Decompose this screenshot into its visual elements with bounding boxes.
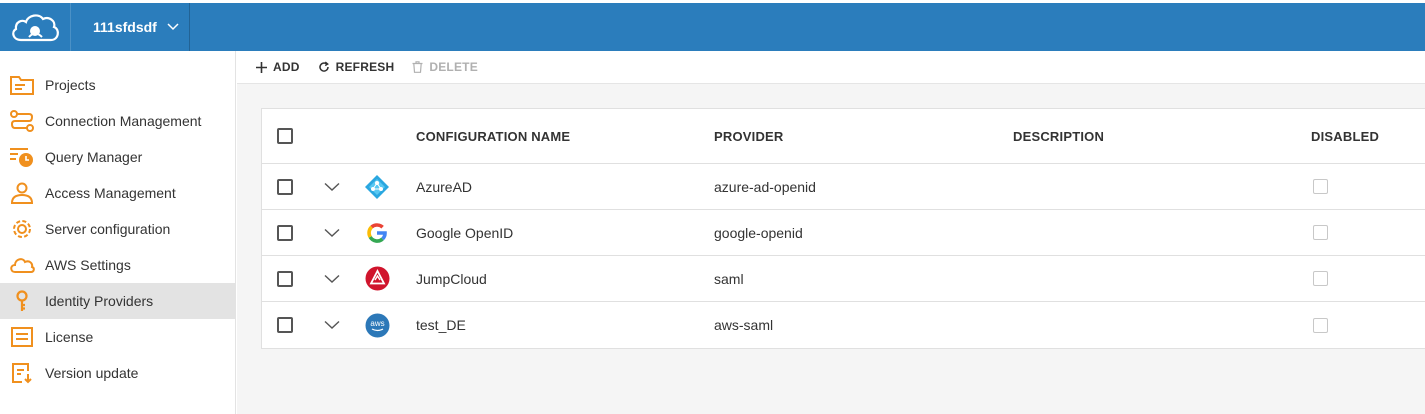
trash-icon [412,61,423,73]
refresh-button[interactable]: REFRESH [309,51,404,84]
version-update-icon [8,361,36,385]
aws-icon: aws [365,302,390,348]
disabled-checkbox[interactable] [1313,179,1328,194]
project-selector[interactable]: 111sfdsdf [70,3,190,51]
google-icon [366,210,388,255]
chevron-down-icon [324,182,340,191]
table-row[interactable]: JumpCloud saml [262,256,1425,302]
delete-button[interactable]: DELETE [403,51,487,84]
expand-row-button[interactable] [324,164,340,209]
jumpcloud-icon [365,256,390,301]
configuration-name: AzureAD [416,178,473,195]
sidebar-item-label: Connection Management [45,113,202,129]
cloud-icon [8,253,36,277]
app-logo[interactable] [0,3,70,51]
expand-row-button[interactable] [324,210,340,255]
table-row[interactable]: aws test_DE aws-saml [262,302,1425,348]
sidebar-item-label: Access Management [45,185,176,201]
provider-name: aws-saml [714,317,774,333]
provider-name: saml [714,270,744,287]
sidebar-item-access-management[interactable]: Access Management [0,175,235,211]
toolbar: ADD REFRESH DELETE [237,51,1425,84]
refresh-icon [318,61,329,72]
column-header-description[interactable]: DESCRIPTION [1013,109,1104,163]
sidebar-item-license[interactable]: License [0,319,235,355]
configuration-name: test_DE [416,317,466,333]
connection-icon [8,109,36,133]
sidebar-item-query-manager[interactable]: Query Manager [0,139,235,175]
row-checkbox[interactable] [277,178,293,195]
sidebar-item-identity-providers[interactable]: Identity Providers [0,283,235,319]
sidebar-item-label: Server configuration [45,221,171,237]
add-button[interactable]: ADD [247,51,309,84]
azure-ad-icon [364,164,390,209]
row-checkbox[interactable] [277,270,293,287]
projects-icon [8,73,36,97]
disabled-checkbox[interactable] [1313,317,1328,333]
configuration-name: JumpCloud [416,270,487,287]
chevron-down-icon [324,320,340,329]
disabled-checkbox[interactable] [1313,271,1328,286]
chevron-down-icon [324,274,340,283]
expand-row-button[interactable] [324,302,340,348]
user-icon [8,181,36,205]
add-button-label: ADD [273,60,300,74]
chevron-down-icon [324,228,340,237]
sidebar: Projects Connection Management Query Man… [0,51,236,414]
row-checkbox[interactable] [277,317,293,333]
sidebar-item-aws-settings[interactable]: AWS Settings [0,247,235,283]
cloud-logo-icon [12,14,59,42]
plus-icon [256,61,267,73]
chevron-down-icon [167,23,179,31]
delete-button-label: DELETE [429,60,478,74]
license-icon [8,325,36,349]
row-checkbox[interactable] [277,224,293,241]
table-row[interactable]: AzureAD azure-ad-openid [262,164,1425,210]
provider-name: google-openid [714,224,803,241]
sidebar-item-label: Version update [45,365,139,381]
column-header-name[interactable]: CONFIGURATION NAME [416,109,570,163]
sidebar-item-version-update[interactable]: Version update [0,355,235,391]
sidebar-item-label: Identity Providers [45,293,154,309]
query-manager-icon [8,145,36,169]
sidebar-item-label: Query Manager [45,149,143,165]
table-header-row: CONFIGURATION NAME PROVIDER DESCRIPTION … [262,109,1425,164]
sidebar-item-connection-management[interactable]: Connection Management [0,103,235,139]
table-row[interactable]: Google OpenID google-openid [262,210,1425,256]
top-bar: 111sfdsdf [0,3,1425,51]
select-all-checkbox[interactable] [277,128,293,144]
gear-icon [8,217,36,241]
disabled-checkbox[interactable] [1313,225,1328,240]
main-content: ADD REFRESH DELETE CONFIGURATION NAME PR… [237,51,1425,414]
refresh-button-label: REFRESH [335,60,395,74]
sidebar-item-label: License [45,329,94,345]
expand-row-button[interactable] [324,256,340,301]
column-header-disabled[interactable]: DISABLED [1311,109,1379,163]
configuration-name: Google OpenID [416,224,514,241]
identity-providers-table: CONFIGURATION NAME PROVIDER DESCRIPTION … [261,108,1425,349]
column-header-provider[interactable]: PROVIDER [714,109,784,163]
sidebar-item-label: Projects [45,77,96,93]
svg-text:aws: aws [370,319,384,328]
key-icon [8,289,36,313]
sidebar-item-server-configuration[interactable]: Server configuration [0,211,235,247]
provider-name: azure-ad-openid [714,178,816,195]
project-name: 111sfdsdf [93,19,157,35]
sidebar-item-projects[interactable]: Projects [0,67,235,103]
sidebar-item-label: AWS Settings [45,257,131,273]
